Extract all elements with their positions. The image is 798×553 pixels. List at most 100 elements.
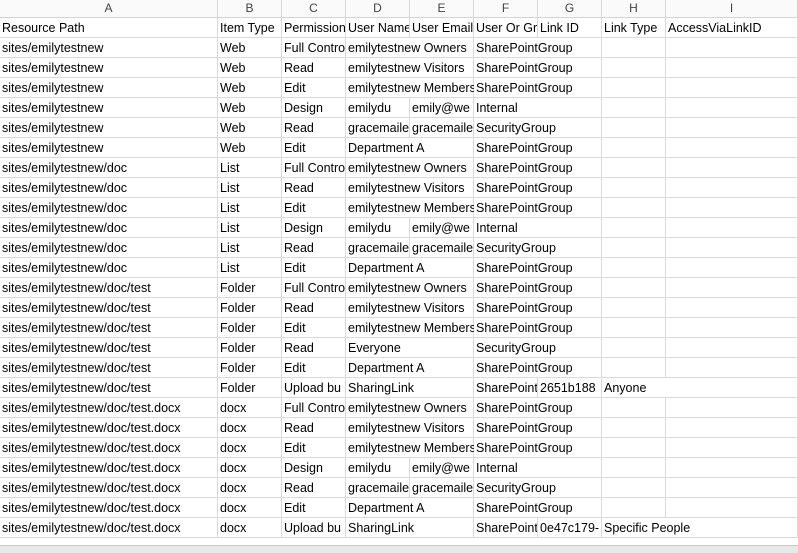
column-title-cell[interactable]: User Email xyxy=(410,18,474,38)
cell[interactable]: emilytestnew Owners xyxy=(346,398,467,418)
column-header-a[interactable]: A xyxy=(0,0,218,17)
cell[interactable] xyxy=(666,158,798,178)
cell[interactable]: SecurityGroup xyxy=(474,118,556,138)
cell[interactable]: gracemaile xyxy=(346,478,410,498)
cell[interactable]: 0e47c179- xyxy=(538,518,602,538)
cell[interactable]: docx xyxy=(218,398,282,418)
cell[interactable]: gracemaile xyxy=(410,478,474,498)
cell[interactable] xyxy=(666,458,798,478)
cell[interactable] xyxy=(538,98,602,118)
cell[interactable] xyxy=(666,138,798,158)
cell[interactable]: List xyxy=(218,178,282,198)
column-header-h[interactable]: H xyxy=(602,0,666,17)
cell[interactable]: emilydu xyxy=(346,218,410,238)
cell[interactable]: Design xyxy=(282,98,346,118)
cell[interactable] xyxy=(666,38,798,58)
cell[interactable]: Full Control xyxy=(282,158,346,178)
column-title-cell[interactable]: User Or Gr xyxy=(474,18,538,38)
cell[interactable]: emilytestnew Owners xyxy=(346,158,467,178)
cell[interactable] xyxy=(602,218,666,238)
cell[interactable]: Anyone xyxy=(602,378,666,398)
cell[interactable]: Edit xyxy=(282,358,346,378)
cell[interactable] xyxy=(666,338,798,358)
column-header-f[interactable]: F xyxy=(474,0,538,17)
column-title-cell[interactable]: Link Type xyxy=(602,18,666,38)
cell[interactable]: SharePointGroup xyxy=(474,58,573,78)
cell[interactable]: SharingLink xyxy=(346,378,414,398)
cell[interactable]: docx xyxy=(218,438,282,458)
cell[interactable]: emilydu xyxy=(346,98,410,118)
cell[interactable]: docx xyxy=(218,498,282,518)
cell[interactable]: sites/emilytestnew/doc xyxy=(0,238,218,258)
cell[interactable]: Full Control xyxy=(282,38,346,58)
cell[interactable]: List xyxy=(218,238,282,258)
cell[interactable] xyxy=(666,198,798,218)
cell[interactable] xyxy=(666,418,798,438)
cell[interactable] xyxy=(666,278,798,298)
cell[interactable] xyxy=(602,58,666,78)
cell[interactable]: SharingLink xyxy=(346,518,414,538)
column-header-i[interactable]: I xyxy=(666,0,798,17)
cell[interactable]: Read xyxy=(282,418,346,438)
cell[interactable]: sites/emilytestnew/doc/test.docx xyxy=(0,438,218,458)
cell[interactable] xyxy=(602,178,666,198)
cell[interactable]: docx xyxy=(218,418,282,438)
cell[interactable]: Read xyxy=(282,178,346,198)
cell[interactable]: gracemaile xyxy=(410,118,474,138)
cell[interactable] xyxy=(666,378,798,398)
cell[interactable]: Folder xyxy=(218,358,282,378)
cell[interactable] xyxy=(538,218,602,238)
cell[interactable]: docx xyxy=(218,518,282,538)
cell[interactable]: Web xyxy=(218,78,282,98)
cell[interactable]: Design xyxy=(282,218,346,238)
cell[interactable]: SecurityGroup xyxy=(474,238,556,258)
cell[interactable] xyxy=(666,498,798,518)
cell[interactable]: Folder xyxy=(218,378,282,398)
cell[interactable]: SharePointGroup xyxy=(474,358,573,378)
cell[interactable] xyxy=(666,398,798,418)
cell[interactable]: SharePointGroup xyxy=(474,298,573,318)
column-title-cell[interactable]: Resource Path xyxy=(0,18,218,38)
cell[interactable]: sites/emilytestnew/doc/test xyxy=(0,358,218,378)
cell[interactable]: SharePointGroup xyxy=(474,178,573,198)
cell[interactable] xyxy=(410,338,474,358)
cell[interactable] xyxy=(410,378,474,398)
cell[interactable]: sites/emilytestnew xyxy=(0,118,218,138)
cell[interactable]: Department A xyxy=(346,138,424,158)
column-title-cell[interactable]: Item Type xyxy=(218,18,282,38)
cell[interactable]: List xyxy=(218,198,282,218)
cell[interactable]: emilytestnew Visitors xyxy=(346,58,464,78)
cell[interactable] xyxy=(666,218,798,238)
cell[interactable]: sites/emilytestnew xyxy=(0,78,218,98)
cell[interactable]: Upload bu xyxy=(282,378,346,398)
cell[interactable] xyxy=(602,478,666,498)
cell[interactable]: emilytestnew Visitors xyxy=(346,418,464,438)
cell[interactable]: Read xyxy=(282,58,346,78)
cell[interactable] xyxy=(666,78,798,98)
column-title-cell[interactable]: Link ID xyxy=(538,18,602,38)
cell[interactable] xyxy=(666,258,798,278)
cell[interactable]: sites/emilytestnew/doc xyxy=(0,258,218,278)
cell[interactable]: sites/emilytestnew/doc/test.docx xyxy=(0,498,218,518)
cell[interactable] xyxy=(602,418,666,438)
cell[interactable]: Web xyxy=(218,138,282,158)
cell[interactable]: Edit xyxy=(282,498,346,518)
column-header-d[interactable]: D xyxy=(346,0,410,17)
cell[interactable]: sites/emilytestnew/doc/test xyxy=(0,378,218,398)
cell[interactable]: sites/emilytestnew/doc/test.docx xyxy=(0,518,218,538)
cell[interactable]: sites/emilytestnew xyxy=(0,98,218,118)
cell[interactable]: SharePointGroup xyxy=(474,398,573,418)
cell[interactable] xyxy=(602,318,666,338)
cell[interactable]: SharePointGroup xyxy=(474,278,573,298)
cell[interactable]: Folder xyxy=(218,338,282,358)
cell[interactable]: sites/emilytestnew xyxy=(0,38,218,58)
cell[interactable]: 2651b188 xyxy=(538,378,602,398)
cell[interactable]: List xyxy=(218,218,282,238)
cell[interactable]: gracemaile xyxy=(346,118,410,138)
column-title-cell[interactable]: User Name xyxy=(346,18,410,38)
column-title-cell[interactable]: Permission xyxy=(282,18,346,38)
cell[interactable] xyxy=(602,438,666,458)
cell[interactable] xyxy=(602,338,666,358)
cell[interactable] xyxy=(666,178,798,198)
cell[interactable] xyxy=(666,238,798,258)
